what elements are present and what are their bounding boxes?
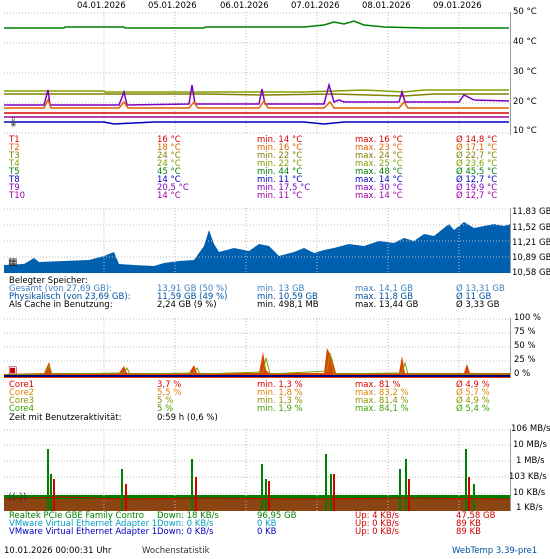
down-rate: Down: 0 KB/s <box>157 527 214 537</box>
thermometer-icon: 🌡 <box>7 117 20 128</box>
cpu-graph <box>4 318 510 378</box>
memory-chip-icon: ▦ <box>8 257 18 268</box>
avg-value: Ø 5,4 % <box>456 404 490 414</box>
net-axis-tick: 1 MB/s <box>516 456 545 466</box>
date-label: 09.01.2026 <box>433 1 482 11</box>
cpu-chip-icon: ▣ <box>8 365 18 376</box>
up-total: 89 KB <box>456 527 481 537</box>
temp-axis-tick: 30 °C <box>513 67 537 77</box>
max-value: max. 14 °C <box>355 191 403 201</box>
down-total: 0 KB <box>257 527 277 537</box>
cpu-axis-tick: 0 % <box>514 369 531 379</box>
cpu-axis-tick: 75 % <box>514 327 536 337</box>
memory-graph <box>4 208 510 273</box>
date-label: 08.01.2026 <box>362 1 411 11</box>
weekly-stats-link[interactable]: Wochenstatistik <box>142 546 210 556</box>
memory-axis-tick: 11,52 GB <box>512 223 550 233</box>
version-link[interactable]: WebTemp 3.39-pre1 <box>452 546 537 556</box>
memory-axis-tick: 10,89 GB <box>512 253 550 263</box>
net-axis-tick: 10 KB/s <box>513 488 546 498</box>
temp-axis-tick: 50 °C <box>513 7 537 17</box>
up-rate: Up: 0 KB/s <box>355 527 399 537</box>
date-label: 05.01.2026 <box>148 1 197 11</box>
cpu-axis-tick: 100 % <box>514 313 542 323</box>
min-value: min. 1,9 % <box>257 404 303 414</box>
current-value: 2,24 GB (9 %) <box>157 300 217 310</box>
net-axis-tick: 103 KB/s <box>509 472 547 482</box>
user-activity-value: 0:59 h (0,6 %) <box>157 413 218 423</box>
cpu-axis-tick: 25 % <box>514 355 536 365</box>
memory-chart: ▦ <box>4 208 511 273</box>
max-value: max. 84,1 % <box>355 404 409 414</box>
date-label: 06.01.2026 <box>220 1 269 11</box>
memory-axis-tick: 11,21 GB <box>512 238 550 248</box>
net-axis-tick: 1 KB/s <box>516 503 543 513</box>
network-icon: ((·)) <box>8 492 27 503</box>
timestamp: 10.01.2026 00:00:31 Uhr <box>4 546 112 556</box>
memory-type: Als Cache in Benutzung: <box>9 300 113 310</box>
temp-axis-tick: 40 °C <box>513 37 537 47</box>
memory-legend-row: Als Cache in Benutzung: 2,24 GB (9 %) min.… <box>4 301 510 310</box>
date-label: 04.01.2026 <box>77 1 126 11</box>
user-activity-label: Zeit mit Benutzeraktivität: <box>9 413 122 423</box>
cpu-axis-tick: 50 % <box>514 341 536 351</box>
sensor-name: T10 <box>9 191 26 201</box>
network-chart: ((·)) <box>4 429 511 511</box>
cpu-chart: ▣ <box>4 318 511 378</box>
temp-legend-row: T10 14 °C min. 11 °C max. 14 °C Ø 12,7 °C <box>4 192 510 201</box>
memory-axis-tick: 11,83 GB <box>512 207 550 217</box>
network-graph <box>4 429 510 511</box>
avg-value: Ø 3,33 GB <box>456 300 500 310</box>
adapter-name: VMware Virtual Ethernet Adapter 1 <box>9 527 158 537</box>
max-value: max. 13,44 GB <box>355 300 419 310</box>
min-value: min. 498,1 MB <box>257 300 319 310</box>
temp-axis-tick: 10 °C <box>513 126 537 136</box>
date-label: 07.01.2026 <box>291 1 340 11</box>
temp-axis-tick: 20 °C <box>513 97 537 107</box>
temperature-graph <box>4 12 510 135</box>
current-value: 14 °C <box>157 191 181 201</box>
user-activity-row: Zeit mit Benutzeraktivität: 0:59 h (0,6 … <box>4 414 304 423</box>
net-axis-tick: 106 MB/s <box>511 424 550 434</box>
memory-axis-tick: 10,58 GB <box>512 268 550 278</box>
min-value: min. 11 °C <box>257 191 303 201</box>
temperature-chart: 🌡 <box>4 12 511 135</box>
net-legend-row: VMware Virtual Ethernet Adapter 1 Down: 0… <box>4 528 510 537</box>
avg-value: Ø 12,7 °C <box>456 191 498 201</box>
net-axis-tick: 10 MB/s <box>513 440 547 450</box>
